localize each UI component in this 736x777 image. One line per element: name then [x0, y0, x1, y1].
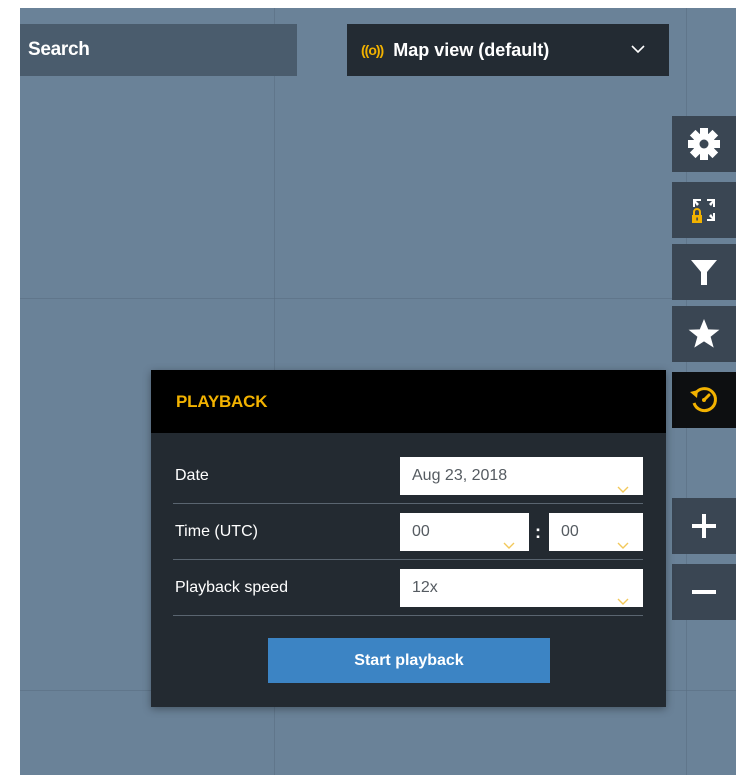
- map-view-dropdown[interactable]: ((o)) Map view (default): [347, 24, 669, 76]
- hour-value: 00: [412, 523, 430, 540]
- zoom-out-button[interactable]: [672, 564, 736, 620]
- date-label: Date: [175, 467, 209, 484]
- minute-select[interactable]: 00: [549, 513, 643, 551]
- filter-button[interactable]: [672, 244, 736, 300]
- date-select[interactable]: Aug 23, 2018: [400, 457, 643, 495]
- playback-button[interactable]: [672, 372, 736, 428]
- speed-select[interactable]: 12x: [400, 569, 643, 607]
- minute-value: 00: [561, 523, 579, 540]
- zoom-in-button[interactable]: [672, 498, 736, 554]
- panel-title: PLAYBACK: [176, 391, 268, 411]
- speed-label: Playback speed: [175, 579, 288, 596]
- page-margin: [0, 0, 736, 8]
- hour-select[interactable]: 00: [400, 513, 529, 551]
- favorites-button[interactable]: [672, 306, 736, 362]
- playback-history-icon: [688, 384, 720, 416]
- minus-icon: [690, 578, 718, 606]
- date-value: Aug 23, 2018: [412, 467, 508, 484]
- settings-button[interactable]: [672, 116, 736, 172]
- page-margin: [0, 0, 20, 777]
- speed-value: 12x: [412, 579, 438, 596]
- search-input[interactable]: Search: [20, 24, 297, 76]
- plus-icon: [690, 512, 718, 540]
- start-playback-button[interactable]: Start playback: [268, 638, 550, 683]
- map-grid-line: [20, 298, 736, 299]
- star-icon: [687, 317, 721, 351]
- chevron-down-icon: [629, 40, 647, 63]
- fullscreen-lock-button[interactable]: [672, 182, 736, 238]
- gear-icon: [687, 127, 721, 161]
- time-label: Time (UTC): [175, 523, 258, 540]
- map-view-label: Map view (default): [393, 39, 550, 60]
- time-separator: :: [535, 522, 541, 542]
- live-signal-icon: ((o)): [361, 42, 384, 58]
- speed-row: Playback speed 12x: [173, 560, 643, 616]
- time-row: Time (UTC) 00 : 00: [173, 504, 643, 560]
- playback-panel: PLAYBACK Date Aug 23, 2018 Time (UTC) 00…: [151, 370, 666, 707]
- filter-icon: [689, 257, 719, 287]
- fullscreen-lock-icon: [687, 193, 721, 227]
- search-label: Search: [28, 39, 90, 60]
- date-row: Date Aug 23, 2018: [173, 448, 643, 504]
- playback-panel-header: PLAYBACK: [151, 370, 666, 433]
- chevron-down-icon: [617, 583, 629, 621]
